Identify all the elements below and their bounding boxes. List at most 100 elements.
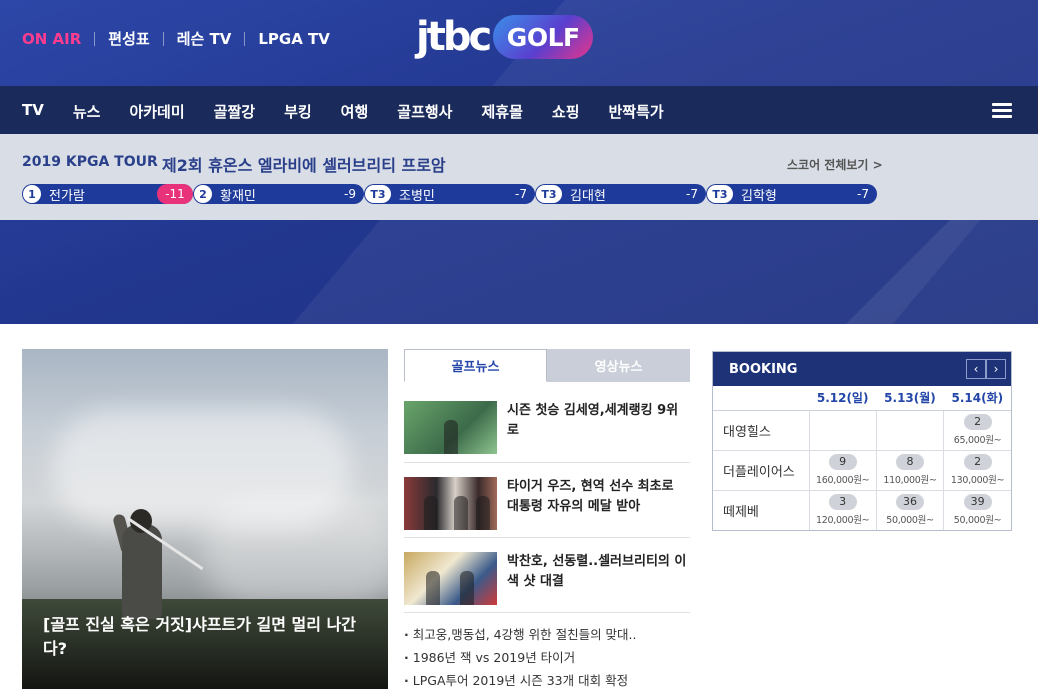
player-name: 김학형 [741, 188, 777, 204]
booking-cell[interactable]: 2 130,000원~ [943, 449, 1011, 490]
tee-price: 50,000원~ [886, 515, 934, 527]
booking-cell[interactable]: 2 65,000원~ [943, 409, 1011, 450]
tee-count: 2 [963, 414, 992, 430]
logo-jtbc: jtbc [416, 14, 492, 60]
rank-badge: T3 [365, 185, 391, 203]
tee-count: 9 [828, 454, 857, 470]
booking-cell[interactable]: 8 110,000원~ [875, 449, 944, 490]
nav-item-partner-mall[interactable]: 제휴몰 [481, 101, 522, 122]
booking-date: 5.13(월) [876, 386, 944, 411]
course-name[interactable]: 더플레이어스 [713, 449, 809, 490]
booking-cell[interactable]: 39 50,000원~ [943, 489, 1011, 530]
news-list: 시즌 첫승 김세영,세계랭킹 9위로 타이거 우즈, 현역 선수 최초로 대통령… [404, 401, 690, 613]
rank-badge: 2 [194, 185, 212, 203]
booking-header: BOOKING ‹ › [713, 352, 1011, 386]
booking-panel: BOOKING ‹ › 5.12(일) 5.13(월) 5.14(화) 대영힐스… [712, 351, 1012, 531]
divider [94, 31, 96, 46]
top-link-schedule[interactable]: 편성표 [108, 28, 149, 49]
top-link-onair[interactable]: ON AIR [22, 30, 81, 48]
player-score: -11 [157, 184, 193, 204]
feature-caption[interactable]: [골프 진실 혹은 거짓]샤프트가 길면 멀리 나간다? [43, 613, 363, 661]
news-panel: 골프뉴스 영상뉴스 시즌 첫승 김세영,세계랭킹 9위로 타이거 우즈, 현역 … [404, 349, 690, 689]
booking-cell-empty [808, 409, 877, 450]
tour-name: 2019 KPGA TOUR [22, 154, 158, 170]
news-bullets: 최고웅,맹동섭, 4강행 위한 절친들의 맞대.. 1986년 잭 vs 201… [404, 623, 690, 692]
nav-item-flash-deals[interactable]: 반짝특가 [609, 101, 664, 122]
logo-golf: GOLF [493, 15, 594, 59]
news-headline: 박찬호, 선동렬..셀러브리티의 이색 샷 대결 [507, 554, 687, 589]
player-name: 조병민 [399, 188, 435, 204]
player-score: -7 [857, 187, 869, 201]
chevron-right-icon[interactable]: › [986, 359, 1006, 379]
news-tabs: 골프뉴스 영상뉴스 [404, 349, 690, 382]
tee-price: 110,000원~ [883, 475, 937, 486]
tee-count: 39 [963, 494, 992, 511]
nav-item-booking[interactable]: 부킹 [284, 101, 312, 122]
leader-item[interactable]: T3 조병민 -7 [364, 184, 535, 204]
news-bullet-item[interactable]: 최고웅,맹동섭, 4강행 위한 절친들의 맞대.. [404, 623, 690, 646]
site-logo[interactable]: jtbc GOLF [416, 14, 594, 60]
tee-count: 8 [895, 454, 924, 470]
course-name[interactable]: 대영힐스 [713, 409, 809, 450]
tab-video-news[interactable]: 영상뉴스 [547, 349, 690, 382]
booking-cell[interactable]: 9 160,000원~ [808, 449, 877, 490]
tee-count: 36 [895, 494, 924, 511]
top-link-lpga-tv[interactable]: LPGA TV [258, 30, 330, 48]
nav-item-academy[interactable]: 아카데미 [129, 101, 184, 122]
leader-item[interactable]: T3 김대현 -7 [535, 184, 706, 204]
leader-item[interactable]: T3 김학형 -7 [706, 184, 877, 204]
tab-golf-news[interactable]: 골프뉴스 [404, 349, 547, 382]
booking-row: 더플레이어스 9 160,000원~ 8 110,000원~ 2 130,000… [713, 449, 1011, 490]
tee-price: 65,000원~ [953, 435, 1002, 446]
news-thumbnail [404, 477, 497, 530]
nav-item-travel[interactable]: 여행 [341, 101, 369, 122]
news-item[interactable]: 시즌 첫승 김세영,세계랭킹 9위로 [404, 401, 690, 463]
main-nav: TV 뉴스 아카데미 골짤강 부킹 여행 골프행사 제휴몰 쇼핑 반짝특가 [0, 86, 1038, 134]
hamburger-icon[interactable] [992, 103, 1012, 119]
rank-badge: 1 [23, 185, 41, 203]
tee-price: 130,000원~ [950, 475, 1005, 486]
nav-item-clips[interactable]: 골짤강 [214, 101, 255, 122]
player-score: -9 [344, 187, 356, 201]
player-score: -7 [686, 187, 698, 201]
course-name[interactable]: 떼제베 [713, 489, 809, 530]
nav-item-tv[interactable]: TV [22, 101, 44, 122]
nav-item-shopping[interactable]: 쇼핑 [552, 101, 580, 122]
booking-date: 5.14(화) [943, 386, 1011, 411]
news-thumbnail [404, 401, 497, 454]
nav-item-events[interactable]: 골프행사 [397, 101, 452, 122]
tee-count: 3 [828, 494, 857, 511]
tour-event[interactable]: 제2회 휴온스 엘라비에 셀러브리티 프로암 [162, 152, 446, 176]
chevron-left-icon[interactable]: ‹ [966, 359, 986, 379]
top-bar: ON AIR 편성표 레슨 TV LPGA TV jtbc GOLF [0, 0, 1038, 86]
top-link-lesson-tv[interactable]: 레슨 TV [177, 28, 232, 49]
leaderboard: 1 전가람 -11 2 황재민 -9 T3 조병민 -7 T3 김대현 -7 T… [22, 184, 877, 204]
booking-date: 5.12(일) [809, 386, 877, 411]
news-headline: 타이거 우즈, 현역 선수 최초로 대통령 자유의 메달 받아 [507, 479, 674, 514]
nav-item-news[interactable]: 뉴스 [73, 101, 101, 122]
news-bullet-item[interactable]: 1986년 잭 vs 2019년 타이거 [404, 646, 690, 669]
divider [162, 31, 164, 46]
feature-article[interactable]: [골프 진실 혹은 거짓]샤프트가 길면 멀리 나간다? [22, 349, 388, 689]
news-item[interactable]: 타이거 우즈, 현역 선수 최초로 대통령 자유의 메달 받아 [404, 470, 690, 538]
news-item[interactable]: 박찬호, 선동렬..셀러브리티의 이색 샷 대결 [404, 545, 690, 613]
player-score: -7 [515, 187, 527, 201]
rank-badge: T3 [707, 185, 733, 203]
booking-cell[interactable]: 36 50,000원~ [875, 489, 944, 530]
booking-cell[interactable]: 3 120,000원~ [808, 489, 877, 530]
player-name: 황재민 [220, 188, 256, 204]
top-links: ON AIR 편성표 레슨 TV LPGA TV [22, 28, 330, 49]
leader-item[interactable]: 2 황재민 -9 [193, 184, 364, 204]
booking-title: BOOKING [729, 362, 798, 377]
booking-table: 5.12(일) 5.13(월) 5.14(화) 대영힐스 2 65,000원~ … [713, 386, 1011, 530]
news-headline: 시즌 첫승 김세영,세계랭킹 9위로 [507, 403, 679, 438]
tee-price: 160,000원~ [816, 475, 870, 486]
leader-item[interactable]: 1 전가람 -11 [22, 184, 193, 204]
booking-row: 대영힐스 2 65,000원~ [713, 409, 1011, 450]
news-thumbnail [404, 552, 497, 605]
tee-count: 2 [963, 454, 992, 470]
score-all-link[interactable]: 스코어 전체보기 > [787, 156, 883, 173]
player-name: 전가람 [49, 188, 85, 204]
booking-cell-empty [875, 409, 944, 450]
player-name: 김대현 [570, 188, 606, 204]
